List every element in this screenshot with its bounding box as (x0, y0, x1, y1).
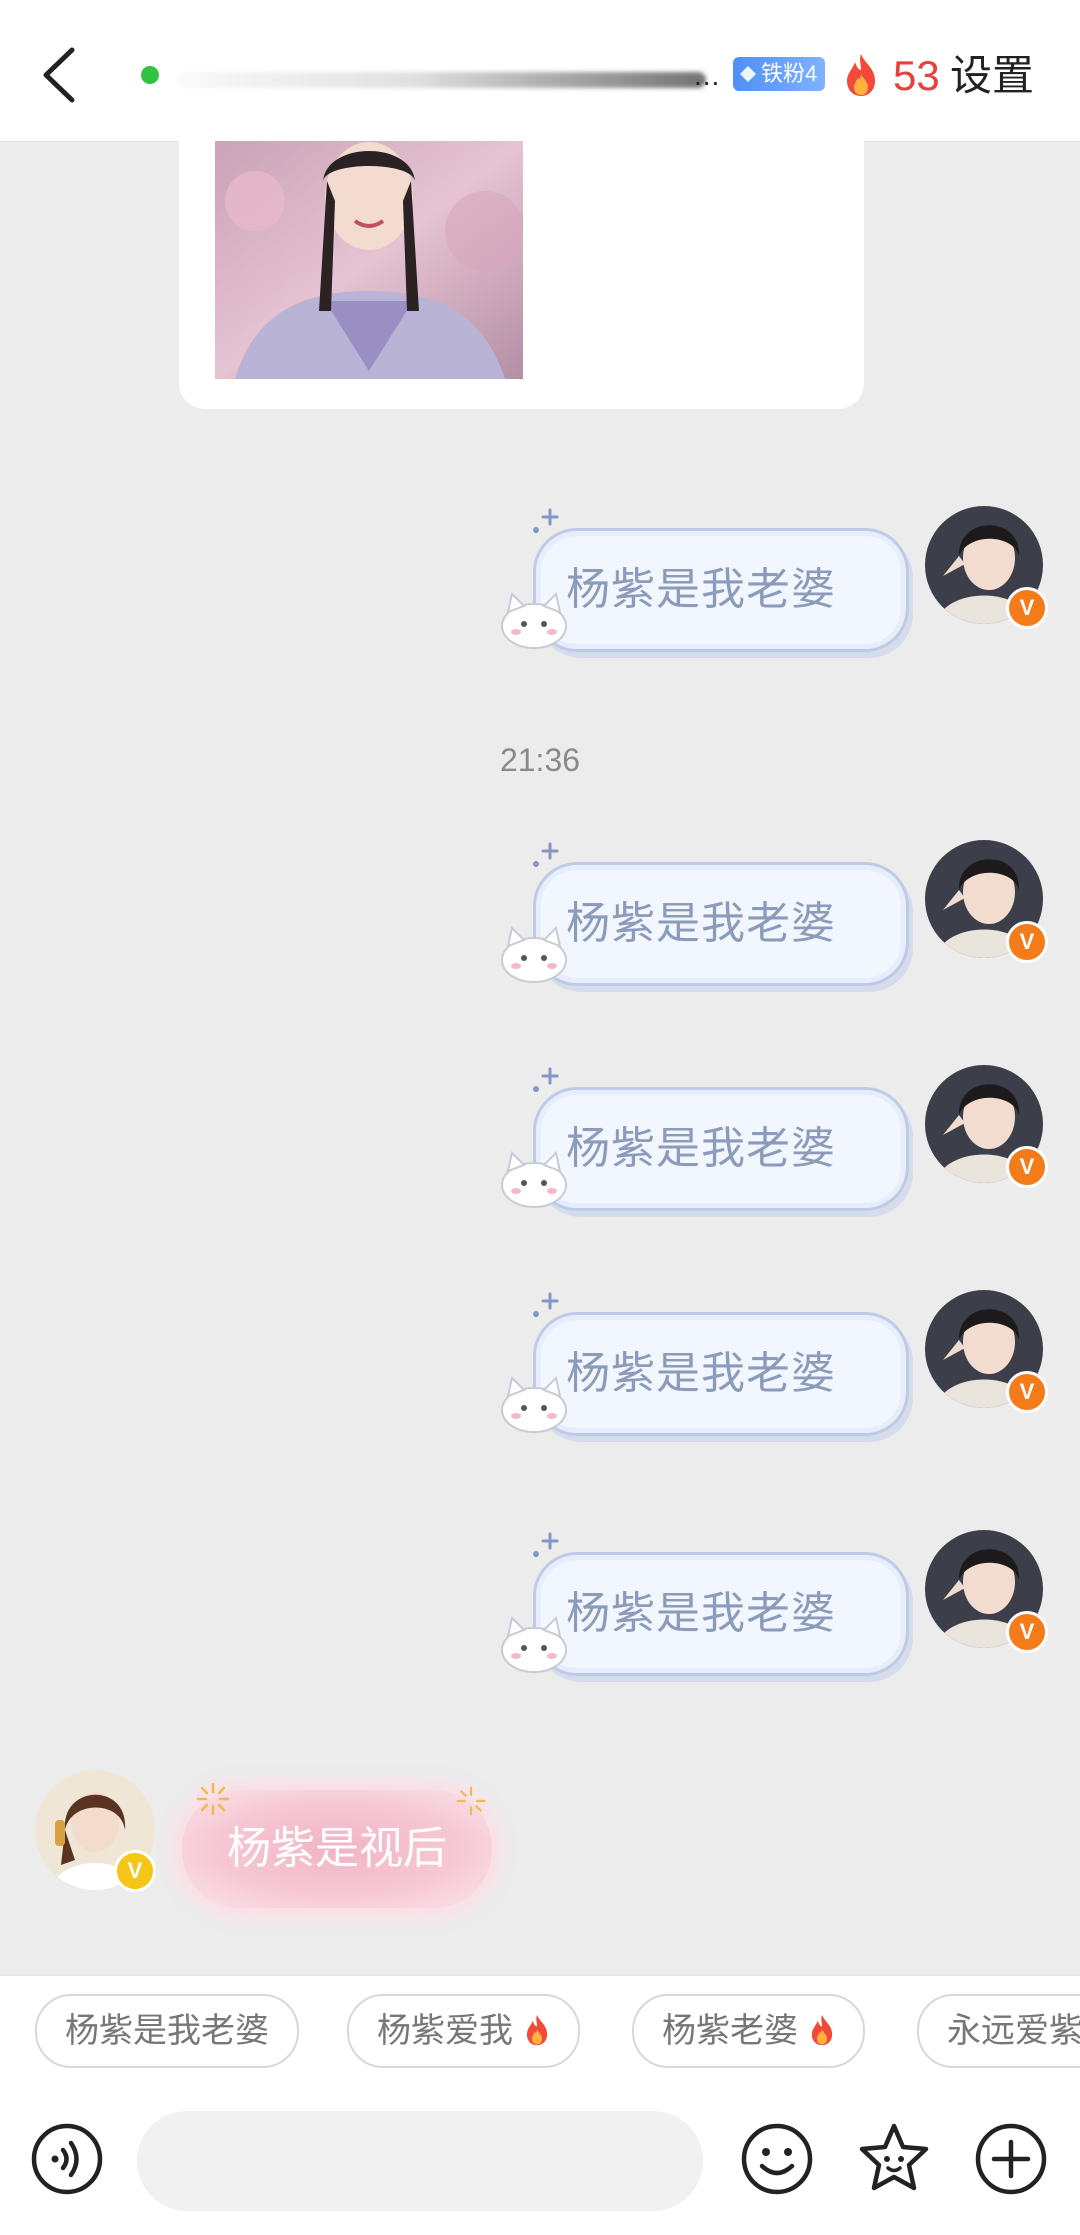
star-face-icon (859, 2123, 929, 2191)
more-button[interactable] (974, 2122, 1048, 2196)
message-text: 杨紫是我老婆 (566, 565, 836, 614)
outgoing-message[interactable]: 杨紫是我老婆 (498, 1065, 909, 1215)
message-bubble[interactable]: 杨紫是我老婆 (533, 1087, 909, 1211)
quick-reply-label: 杨紫老婆 (662, 2012, 798, 2050)
message-text: 杨紫是我老婆 (566, 899, 836, 948)
message-timestamp: 21:36 (499, 742, 581, 778)
verified-badge-icon: V (114, 1850, 156, 1892)
chat-streak-count: 53 (893, 52, 940, 99)
message-text: 杨紫是我老婆 (566, 1349, 836, 1398)
plus-icon (975, 2123, 1047, 2195)
message-bubble[interactable]: 杨紫是我老婆 (533, 862, 909, 986)
sticker-button[interactable] (857, 2122, 931, 2196)
quick-reply-chip[interactable]: 杨紫老婆 (632, 1994, 866, 2068)
voice-icon (31, 2123, 103, 2195)
quick-reply-label: 杨紫爱我 (377, 2012, 513, 2050)
message-text: 杨紫是我老婆 (566, 1124, 836, 1173)
message-bubble[interactable]: 杨紫是我老婆 (533, 528, 909, 652)
firework-icon (196, 1782, 230, 1816)
verified-badge-icon: V (1006, 587, 1048, 629)
message-bubble[interactable]: 杨紫是我老婆 (533, 1552, 909, 1676)
fire-icon (527, 2014, 548, 2046)
back-button[interactable] (36, 40, 86, 110)
verified-badge-icon: V (1006, 1611, 1048, 1653)
fire-icon (847, 54, 875, 96)
outgoing-message[interactable]: 杨紫是我老婆 (498, 1290, 909, 1440)
name-ellipsis: ... (694, 60, 721, 91)
message-bubble[interactable]: 杨紫是我老婆 (533, 1312, 909, 1436)
verified-badge-icon: V (1006, 1146, 1048, 1188)
online-status-dot (141, 66, 159, 84)
fan-level-badge[interactable]: 铁粉4 (733, 57, 826, 91)
fire-icon (812, 2014, 833, 2046)
emoji-button[interactable] (740, 2122, 814, 2196)
fan-level-label: 铁粉4 (761, 61, 818, 86)
contact-name-obscured[interactable] (176, 72, 706, 88)
outgoing-message[interactable]: 杨紫是我老婆 (498, 1530, 909, 1680)
quick-reply-chip[interactable]: 杨紫爱我 (347, 1994, 581, 2068)
message-input[interactable] (137, 2111, 703, 2211)
emoji-icon (741, 2123, 813, 2195)
firework-icon (456, 1786, 486, 1816)
cat-sticker-icon (501, 1376, 567, 1433)
cat-sticker-icon (501, 926, 567, 983)
cat-sticker-icon (501, 1151, 567, 1208)
quick-reply-chip[interactable]: 永远爱紫 (917, 1994, 1080, 2068)
diamond-icon (740, 66, 756, 82)
settings-button[interactable]: 设置 (950, 48, 1034, 104)
quick-reply-label: 杨紫是我老婆 (65, 2012, 269, 2050)
verified-badge-icon: V (1006, 921, 1048, 963)
outgoing-message[interactable]: 杨紫是我老婆 (498, 506, 909, 656)
quick-reply-label: 永远爱紫 (947, 2012, 1080, 2050)
quick-reply-bar: 杨紫是我老婆 杨紫爱我 杨紫老婆 永远爱紫 (0, 1975, 1080, 2091)
chevron-left-icon (43, 47, 75, 103)
verified-badge-icon: V (1006, 1371, 1048, 1413)
cat-sticker-icon (501, 1616, 567, 1673)
quick-reply-chip[interactable]: 杨紫是我老婆 (35, 1994, 299, 2068)
outgoing-message[interactable]: 杨紫是我老婆 (498, 840, 909, 990)
message-text: 杨紫是我老婆 (566, 1589, 836, 1638)
shared-post-image[interactable] (215, 141, 523, 379)
cat-sticker-icon (501, 592, 567, 649)
voice-button[interactable] (30, 2122, 104, 2196)
